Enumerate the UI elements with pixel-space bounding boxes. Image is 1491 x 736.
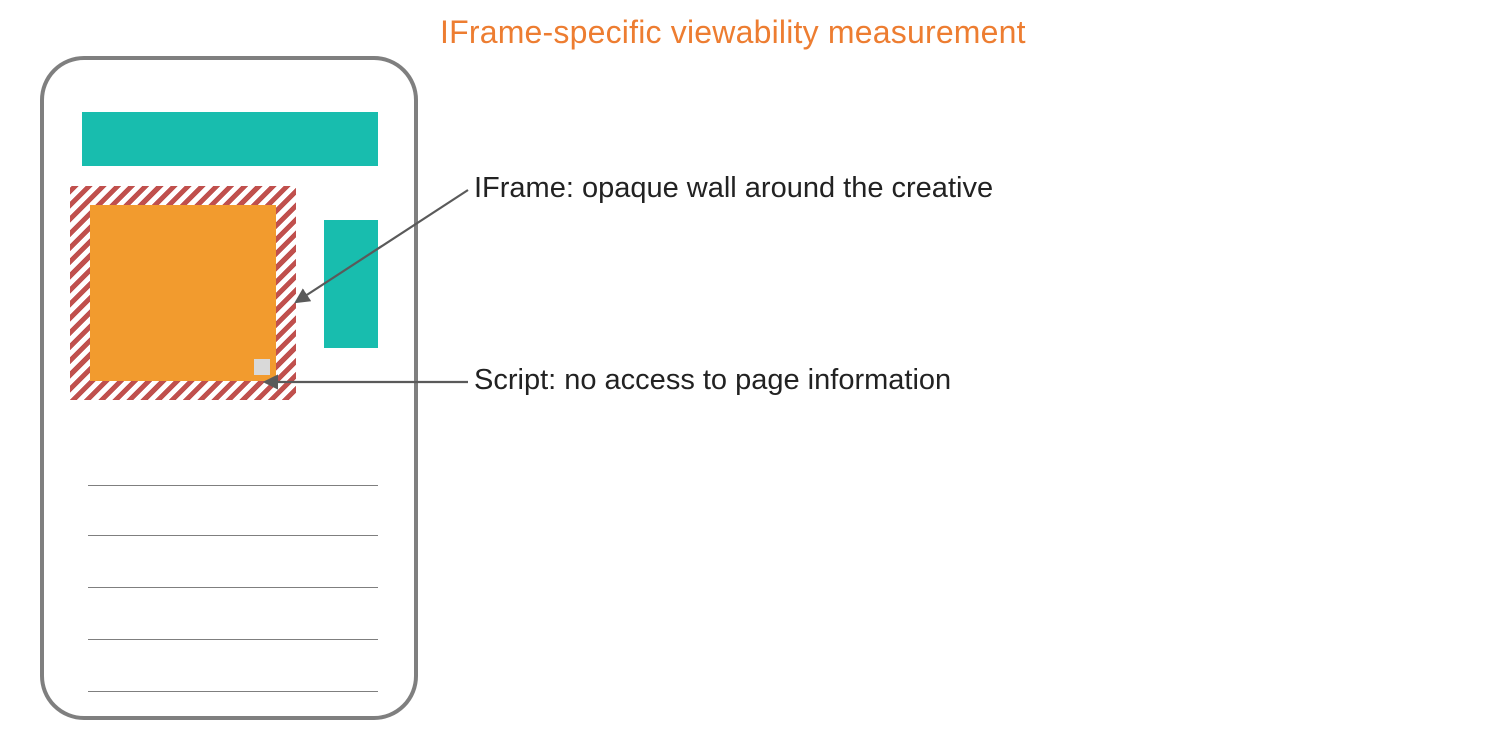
diagram-title: IFrame-specific viewability measurement [440, 14, 1026, 51]
content-line [88, 639, 378, 640]
content-line [88, 587, 378, 588]
script-dot [254, 359, 270, 375]
header-block [82, 112, 378, 166]
content-line [88, 485, 378, 486]
script-label: Script: no access to page information [474, 364, 951, 397]
side-block [324, 220, 378, 348]
creative-box [90, 205, 276, 381]
phone-wireframe [40, 56, 418, 720]
iframe-label: IFrame: opaque wall around the creative [474, 172, 993, 205]
content-line [88, 535, 378, 536]
content-line [88, 691, 378, 692]
iframe-hatched-border [70, 186, 296, 400]
